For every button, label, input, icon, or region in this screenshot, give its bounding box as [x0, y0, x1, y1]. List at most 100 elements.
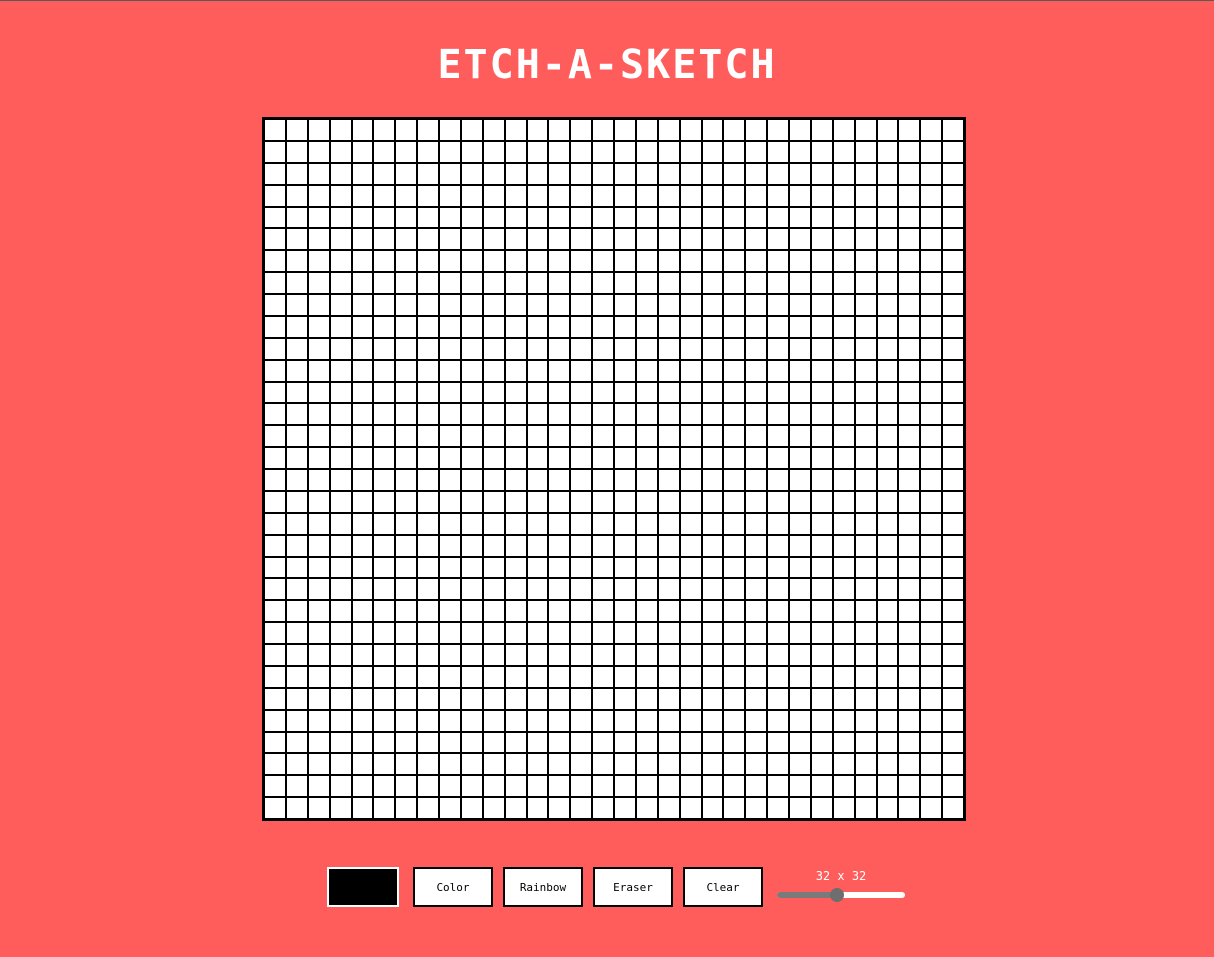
grid-cell[interactable] [614, 665, 636, 688]
grid-cell[interactable] [767, 250, 789, 273]
grid-cell[interactable] [439, 184, 461, 207]
grid-cell[interactable] [264, 512, 286, 535]
grid-cell[interactable] [264, 731, 286, 754]
grid-cell[interactable] [679, 775, 702, 798]
grid-cell[interactable] [635, 294, 658, 316]
grid-cell[interactable] [810, 753, 833, 776]
grid-cell[interactable] [329, 600, 352, 623]
grid-cell[interactable] [439, 665, 461, 688]
grid-cell[interactable] [592, 403, 614, 426]
grid-cell[interactable] [351, 206, 374, 229]
grid-cell[interactable] [854, 119, 877, 141]
grid-cell[interactable] [942, 162, 964, 185]
grid-cell[interactable] [592, 206, 614, 229]
grid-cell[interactable] [679, 534, 702, 557]
grid-cell[interactable] [723, 337, 746, 360]
grid-cell[interactable] [942, 119, 964, 141]
grid-cell[interactable] [898, 250, 921, 273]
grid-cell[interactable] [679, 665, 702, 688]
grid-cell[interactable] [679, 797, 702, 819]
grid-cell[interactable] [351, 315, 374, 338]
grid-cell[interactable] [504, 162, 527, 185]
grid-cell[interactable] [942, 337, 964, 360]
grid-cell[interactable] [526, 228, 549, 251]
grid-cell[interactable] [723, 578, 746, 601]
grid-cell[interactable] [548, 228, 571, 251]
grid-cell[interactable] [614, 687, 636, 710]
grid-cell[interactable] [920, 490, 943, 513]
grid-cell[interactable] [285, 578, 308, 601]
grid-cell[interactable] [329, 359, 352, 382]
grid-cell[interactable] [504, 272, 527, 294]
grid-cell[interactable] [592, 425, 614, 448]
grid-cell[interactable] [920, 228, 943, 251]
grid-cell[interactable] [504, 337, 527, 360]
color-picker-swatch[interactable] [327, 867, 399, 907]
grid-cell[interactable] [832, 294, 855, 316]
grid-cell[interactable] [898, 294, 921, 316]
grid-cell[interactable] [920, 731, 943, 754]
grid-cell[interactable] [307, 622, 330, 644]
grid-cell[interactable] [745, 381, 768, 404]
grid-cell[interactable] [745, 228, 768, 251]
grid-cell[interactable] [307, 425, 330, 448]
grid-cell[interactable] [789, 600, 811, 623]
grid-cell[interactable] [264, 425, 286, 448]
grid-cell[interactable] [810, 294, 833, 316]
grid-cell[interactable] [417, 775, 439, 798]
grid-cell[interactable] [614, 775, 636, 798]
eraser-button[interactable]: Eraser [593, 867, 673, 907]
grid-cell[interactable] [264, 775, 286, 798]
grid-cell[interactable] [942, 753, 964, 776]
grid-cell[interactable] [810, 775, 833, 798]
grid-cell[interactable] [767, 709, 789, 732]
grid-cell[interactable] [920, 797, 943, 819]
grid-cell[interactable] [264, 403, 286, 426]
grid-cell[interactable] [307, 775, 330, 798]
grid-cell[interactable] [679, 272, 702, 294]
grid-cell[interactable] [920, 578, 943, 601]
grid-cell[interactable] [789, 425, 811, 448]
grid-cell[interactable] [723, 469, 746, 491]
grid-cell[interactable] [570, 665, 593, 688]
grid-cell[interactable] [767, 359, 789, 382]
grid-cell[interactable] [526, 425, 549, 448]
grid-cell[interactable] [657, 534, 680, 557]
grid-cell[interactable] [548, 753, 571, 776]
grid-cell[interactable] [701, 184, 724, 207]
grid-cell[interactable] [526, 206, 549, 229]
grid-cell[interactable] [920, 709, 943, 732]
grid-cell[interactable] [592, 600, 614, 623]
grid-cell[interactable] [373, 469, 396, 491]
grid-cell[interactable] [614, 315, 636, 338]
grid-cell[interactable] [570, 403, 593, 426]
grid-cell[interactable] [898, 381, 921, 404]
grid-cell[interactable] [548, 534, 571, 557]
grid-cell[interactable] [657, 469, 680, 491]
grid-cell[interactable] [548, 359, 571, 382]
grid-cell[interactable] [701, 294, 724, 316]
grid-cell[interactable] [810, 709, 833, 732]
grid-cell[interactable] [854, 687, 877, 710]
grid-cell[interactable] [898, 447, 921, 469]
grid-cell[interactable] [657, 140, 680, 163]
grid-cell[interactable] [723, 250, 746, 273]
grid-cell[interactable] [526, 315, 549, 338]
grid-cell[interactable] [832, 119, 855, 141]
grid-cell[interactable] [548, 119, 571, 141]
grid-cell[interactable] [832, 490, 855, 513]
grid-cell[interactable] [460, 687, 483, 710]
grid-cell[interactable] [701, 731, 724, 754]
grid-cell[interactable] [920, 272, 943, 294]
grid-cell[interactable] [854, 228, 877, 251]
grid-cell[interactable] [789, 140, 811, 163]
grid-cell[interactable] [592, 578, 614, 601]
grid-cell[interactable] [460, 315, 483, 338]
grid-cell[interactable] [657, 578, 680, 601]
grid-cell[interactable] [898, 359, 921, 382]
grid-cell[interactable] [854, 753, 877, 776]
grid-cell[interactable] [614, 753, 636, 776]
grid-cell[interactable] [592, 512, 614, 535]
grid-cell[interactable] [285, 556, 308, 579]
grid-cell[interactable] [635, 600, 658, 623]
